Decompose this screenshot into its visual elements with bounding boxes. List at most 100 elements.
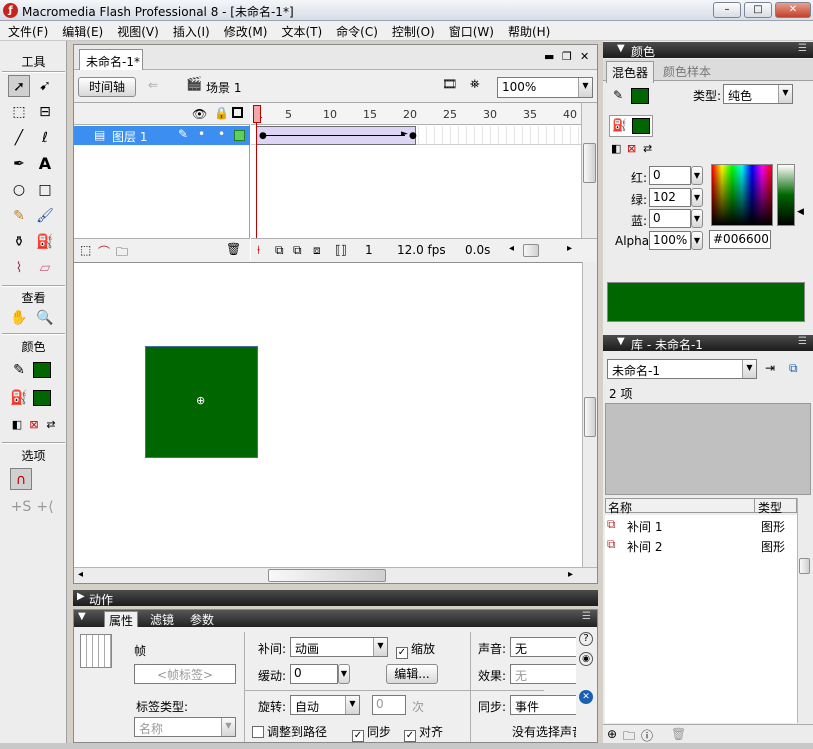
pin-library-icon[interactable]: ⇥ [765, 361, 775, 375]
library-item[interactable]: ⧉ 补间 2 图形 [605, 535, 797, 555]
edit-multiple-icon[interactable]: ⧈ [313, 243, 321, 258]
selection-tool-icon[interactable]: ➚ [8, 75, 30, 97]
pen-tool-icon[interactable]: ✒ [8, 153, 30, 175]
tab-color-mixer[interactable]: 混色器 [606, 61, 655, 83]
playhead[interactable] [253, 103, 261, 238]
tab-filters[interactable]: 滤镜 [146, 611, 178, 627]
label-type-select[interactable]: 名称 ▼ [134, 717, 236, 737]
menu-text[interactable]: 文本(T) [273, 21, 328, 40]
mixer-stroke-swatch[interactable] [631, 88, 649, 104]
window-restore-icon[interactable]: ❐ [562, 50, 572, 63]
menu-commands[interactable]: 命令(C) [328, 21, 384, 40]
alpha-input[interactable]: 100% [649, 231, 691, 250]
collapse-icon[interactable]: ✕ [579, 690, 593, 704]
insert-folder-icon[interactable]: 🗀 [116, 243, 128, 264]
outline-icon[interactable] [232, 107, 243, 118]
edit-symbols-icon[interactable]: ⛯ [470, 77, 480, 92]
rotate-times-input[interactable]: 0 [372, 695, 406, 715]
stage[interactable]: ⊕ [74, 262, 584, 567]
green-square-shape[interactable]: ⊕ [145, 346, 258, 458]
accessibility-icon[interactable]: ◉ [579, 652, 593, 666]
tab-properties[interactable]: 属性 [104, 611, 139, 628]
red-input[interactable]: 0 [649, 166, 691, 185]
stage-hscroll[interactable]: ◂ ▸ [74, 567, 597, 583]
mixer-swap-icon[interactable]: ⇄ [643, 142, 652, 155]
tween-select[interactable]: 动画 ▼ [290, 637, 388, 657]
fill-transform-tool-icon[interactable]: ⊟ [34, 101, 56, 123]
blue-dropdown[interactable]: ▼ [691, 209, 703, 228]
color-spectrum[interactable] [711, 164, 773, 226]
fill-color-swatch[interactable] [33, 390, 51, 406]
effect-select[interactable]: 无 [510, 664, 576, 684]
tab-parameters[interactable]: 参数 [186, 611, 218, 627]
scroll-left-icon[interactable]: ◂ [509, 243, 514, 254]
panel-menu-icon[interactable]: ☰ [798, 43, 807, 54]
smooth-icon[interactable]: +S [10, 496, 32, 518]
brightness-slider[interactable] [777, 164, 795, 226]
eyedropper-tool-icon[interactable]: ⌇ [8, 257, 30, 279]
sound-sync-select[interactable]: 事件 [510, 695, 576, 715]
frame-ruler[interactable]: 1 5 10 15 20 25 30 35 40 [251, 103, 581, 125]
col-name[interactable]: 名称 [608, 499, 632, 516]
menu-edit[interactable]: 编辑(E) [54, 21, 109, 40]
onion-skin-icon[interactable]: ⧉ [275, 243, 284, 258]
layer-outline-color[interactable] [234, 130, 245, 141]
eraser-tool-icon[interactable]: ▱ [34, 257, 56, 279]
ink-bottle-tool-icon[interactable]: ⚱ [8, 231, 30, 253]
back-arrow-icon[interactable]: ⇐ [148, 78, 158, 92]
brush-tool-icon[interactable]: 🖌 [34, 205, 56, 227]
scroll-right-icon[interactable]: ▸ [567, 243, 572, 254]
tab-color-swatches[interactable]: 颜色样本 [663, 63, 711, 80]
color-panel-header[interactable]: ▼ 颜色 ☰ [603, 42, 813, 59]
oval-tool-icon[interactable]: ○ [8, 179, 30, 201]
swap-colors-icon[interactable]: ⇄ [40, 414, 62, 436]
pencil-tool-icon[interactable]: ✎ [8, 205, 30, 227]
green-dropdown[interactable]: ▼ [691, 188, 703, 207]
text-tool-icon[interactable]: A [34, 153, 56, 175]
fill-type-select[interactable]: 纯色 ▼ [723, 84, 793, 104]
library-vscroll[interactable] [797, 498, 811, 723]
menu-insert[interactable]: 插入(I) [165, 21, 216, 40]
fill-selector[interactable]: ⛽ [609, 115, 653, 137]
menu-file[interactable]: 文件(F) [0, 21, 54, 40]
minimize-button[interactable]: – [713, 2, 741, 18]
scale-checkbox[interactable]: ✓ 缩放 [396, 640, 435, 659]
library-menu-icon[interactable]: ☰ [798, 336, 807, 347]
window-minimize-icon[interactable]: ▬ [544, 50, 554, 63]
lock-dot[interactable]: • [218, 127, 225, 141]
stage-scroll-right-icon[interactable]: ▸ [568, 569, 573, 580]
red-dropdown[interactable]: ▼ [691, 166, 703, 185]
center-frame-icon[interactable]: ⍿ [257, 243, 260, 258]
stroke-color-swatch[interactable] [33, 362, 51, 378]
hand-tool-icon[interactable]: ✋ [8, 307, 30, 329]
timeline-hscroll-thumb[interactable] [523, 244, 539, 257]
snap-checkbox[interactable]: ✓ 对齐 [404, 723, 443, 742]
hex-input[interactable]: #006600 [709, 230, 771, 249]
alpha-dropdown[interactable]: ▼ [691, 231, 703, 250]
brightness-arrow-icon[interactable]: ◀ [797, 207, 804, 217]
ease-slider-button[interactable]: ▼ [338, 664, 350, 684]
stage-vscroll[interactable] [582, 262, 597, 567]
free-transform-tool-icon[interactable]: ⬚ [8, 101, 30, 123]
onion-outline-icon[interactable]: ⧉ [293, 243, 302, 258]
library-panel-header[interactable]: ▼ 库 - 未命名-1 ☰ [603, 335, 813, 352]
zoom-tool-icon[interactable]: 🔍 [34, 307, 56, 329]
panel-menu-icon[interactable]: ☰ [582, 611, 591, 622]
ease-input[interactable]: 0 [290, 664, 338, 684]
properties-icon[interactable]: ⓘ [641, 727, 653, 744]
subselection-tool-icon[interactable]: ➹ [34, 75, 56, 97]
library-item[interactable]: ⧉ 补间 1 图形 [605, 515, 797, 535]
green-input[interactable]: 102 [649, 188, 691, 207]
new-symbol-icon[interactable]: ⊕ [607, 727, 617, 741]
maximize-button[interactable]: □ [744, 2, 772, 18]
mixer-no-color-icon[interactable]: ⊠ [627, 142, 636, 155]
line-tool-icon[interactable]: ╱ [8, 127, 30, 149]
timeline-toggle-button[interactable]: 时间轴 [78, 77, 136, 97]
menu-modify[interactable]: 修改(M) [216, 21, 274, 40]
timeline-vscroll[interactable] [581, 103, 597, 238]
window-close-icon[interactable]: ✕ [580, 50, 589, 63]
help-icon[interactable]: ? [579, 632, 593, 646]
edit-ease-button[interactable]: 编辑... [386, 664, 438, 684]
visible-dot[interactable]: • [198, 127, 205, 141]
document-tab[interactable]: 未命名-1* [79, 49, 143, 70]
